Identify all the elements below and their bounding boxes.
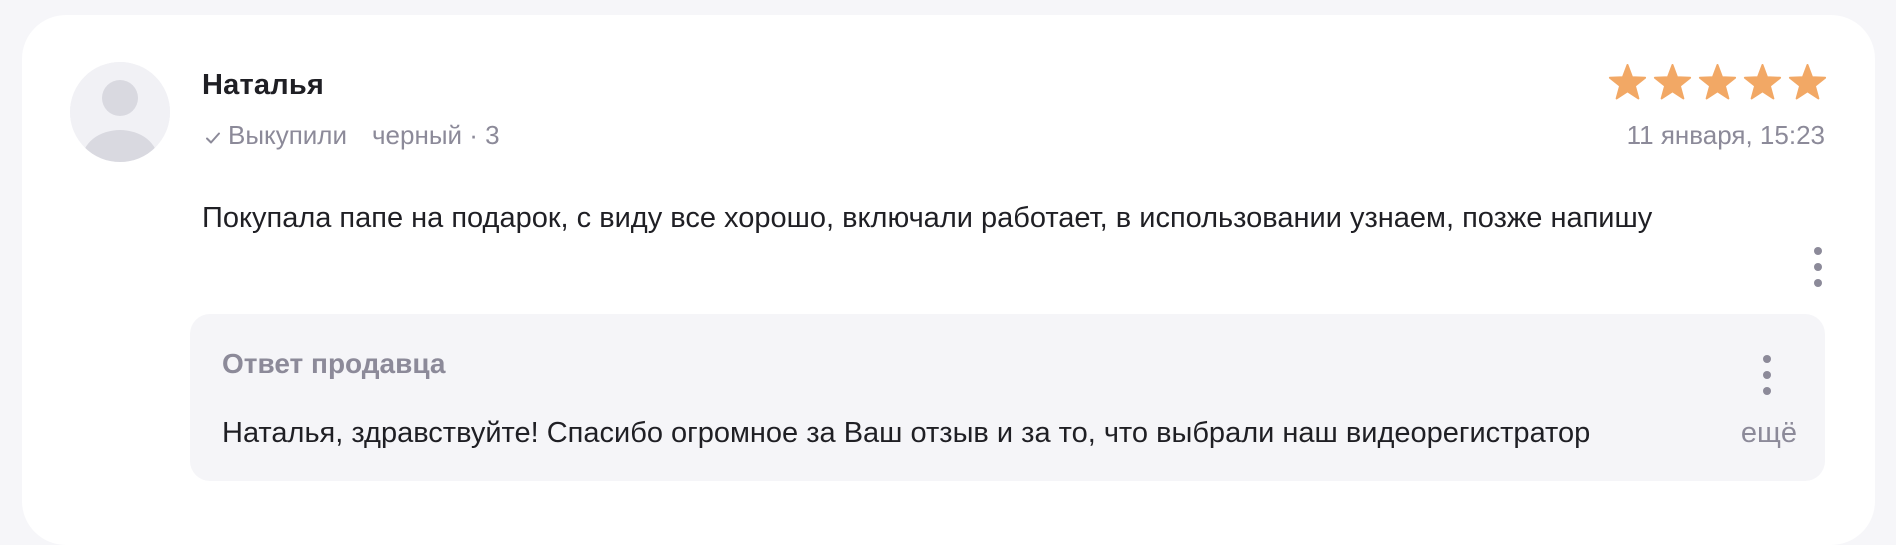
- more-vertical-icon: [1763, 355, 1771, 363]
- seller-reply-text-container: Наталья, здравствуйте! Спасибо огромное …: [222, 411, 1797, 455]
- avatar: [70, 62, 170, 162]
- star-icon: [1608, 63, 1647, 100]
- show-more-link[interactable]: ещё: [1734, 411, 1797, 455]
- star-icon: [1653, 63, 1692, 100]
- review-card: Наталья Выкупили черный · 3 11 января, 1…: [22, 15, 1875, 545]
- seller-reply-text: Наталья, здравствуйте! Спасибо огромное …: [222, 417, 1591, 449]
- star-icon: [1788, 63, 1827, 100]
- check-icon: [202, 125, 224, 147]
- review-more-options-button[interactable]: [1808, 242, 1828, 292]
- more-vertical-icon: [1814, 279, 1822, 287]
- more-vertical-icon: [1814, 247, 1822, 255]
- reply-more-options-button[interactable]: [1757, 350, 1777, 400]
- more-vertical-icon: [1763, 371, 1771, 379]
- review-meta: Выкупили черный · 3: [202, 120, 500, 151]
- bought-label: Выкупили: [228, 120, 347, 150]
- seller-reply: Ответ продавца Наталья, здравствуйте! Сп…: [190, 314, 1825, 481]
- more-vertical-icon: [1763, 387, 1771, 395]
- product-variant: черный · 3: [372, 120, 500, 150]
- seller-reply-title: Ответ продавца: [222, 348, 446, 379]
- star-icon: [1743, 63, 1782, 100]
- user-placeholder-icon: [70, 62, 170, 162]
- review-text: Покупала папе на подарок, с виду все хор…: [202, 202, 1653, 234]
- review-author: Наталья: [202, 69, 324, 101]
- rating-stars: [1608, 63, 1827, 102]
- star-icon: [1698, 63, 1737, 100]
- more-vertical-icon: [1814, 263, 1822, 271]
- review-date: 11 января, 15:23: [1626, 120, 1825, 150]
